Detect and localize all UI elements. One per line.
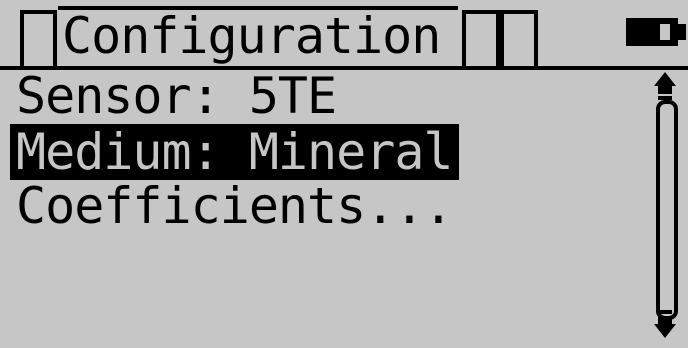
menu-item-coefficients[interactable]: Coefficients... (10, 178, 459, 234)
scrollbar-track[interactable] (656, 100, 678, 320)
menu-item-sensor[interactable]: Sensor: 5TE (10, 68, 342, 124)
indicator-box-icon (500, 10, 538, 70)
device-screen: Configuration Sensor: 5TE Medium: Minera… (0, 0, 688, 348)
indicator-box-icon (462, 10, 500, 70)
battery-icon (626, 18, 686, 46)
menu-item-medium[interactable]: Medium: Mineral (10, 124, 459, 180)
scroll-up-arrow-icon[interactable] (654, 72, 676, 102)
scroll-down-arrow-icon[interactable] (654, 308, 676, 338)
page-title: Configuration (62, 7, 441, 65)
tab-frame-icon (20, 10, 57, 70)
